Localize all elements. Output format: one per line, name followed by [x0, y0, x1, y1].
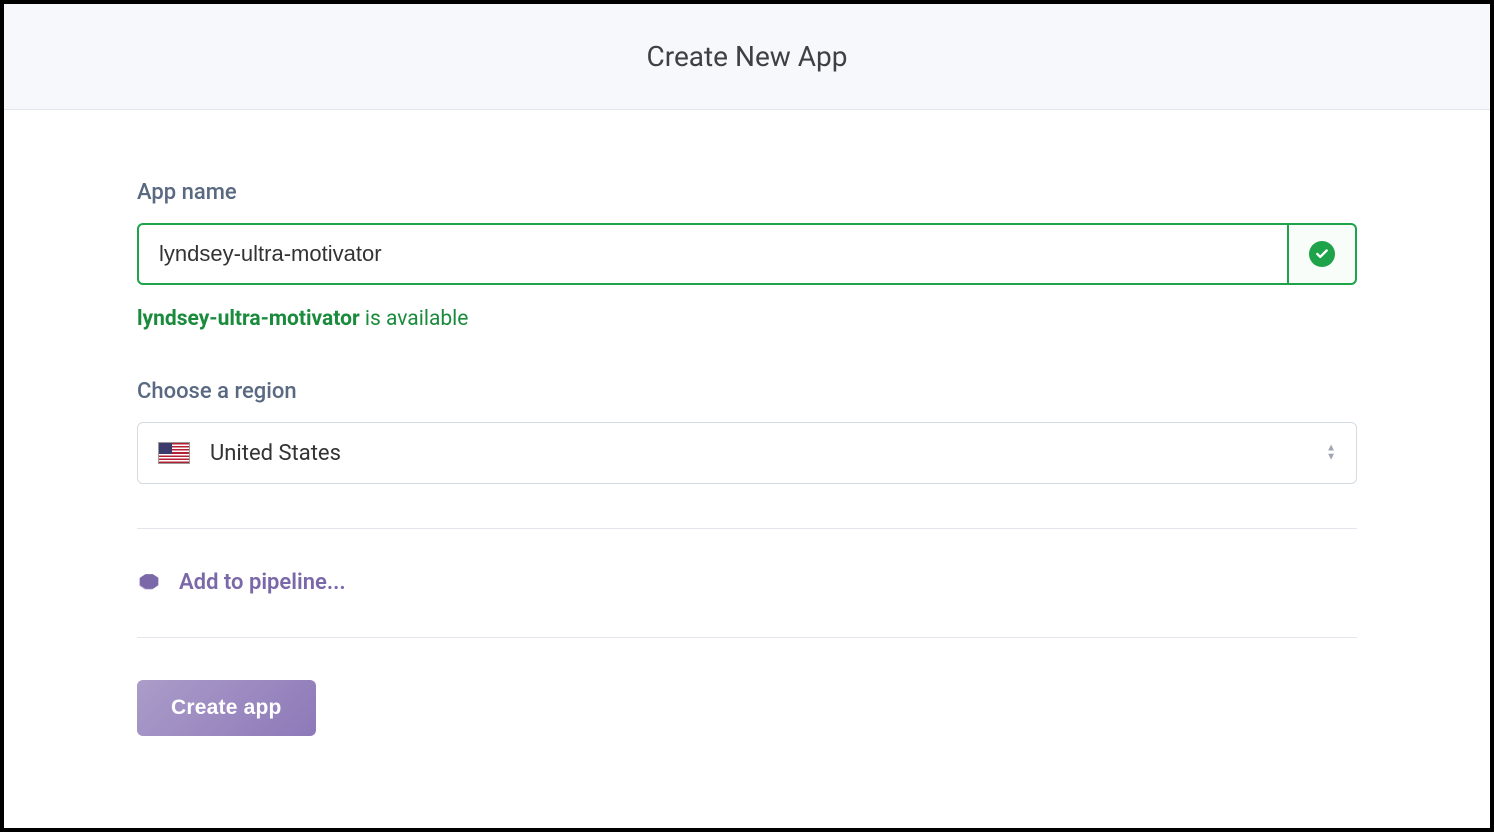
region-selected-value: United States: [210, 441, 341, 466]
region-section: Choose a region United States ▲ ▼: [137, 379, 1357, 484]
pipeline-link-text: Add to pipeline...: [179, 570, 346, 595]
availability-app-name: lyndsey-ultra-motivator: [137, 307, 360, 331]
divider: [137, 637, 1357, 638]
form-content: App name lyndsey-ultra-motivator is avai…: [137, 110, 1357, 736]
app-name-input-row: [137, 223, 1357, 285]
us-flag-icon: [158, 442, 190, 464]
region-select[interactable]: United States ▲ ▼: [137, 422, 1357, 484]
validation-indicator: [1289, 223, 1357, 285]
availability-suffix: is available: [360, 307, 469, 331]
divider: [137, 528, 1357, 529]
modal-header: Create New App: [4, 4, 1490, 110]
add-to-pipeline-link[interactable]: Add to pipeline...: [137, 565, 1357, 599]
region-label: Choose a region: [137, 379, 1357, 404]
page-title: Create New App: [4, 40, 1490, 73]
chevron-up-down-icon: ▲ ▼: [1326, 445, 1336, 462]
app-name-input[interactable]: [137, 223, 1289, 285]
availability-message: lyndsey-ultra-motivator is available: [137, 307, 1357, 331]
create-app-button[interactable]: Create app: [137, 680, 316, 736]
pipeline-icon: [137, 569, 163, 595]
app-name-label: App name: [137, 180, 1357, 205]
checkmark-icon: [1309, 241, 1335, 267]
